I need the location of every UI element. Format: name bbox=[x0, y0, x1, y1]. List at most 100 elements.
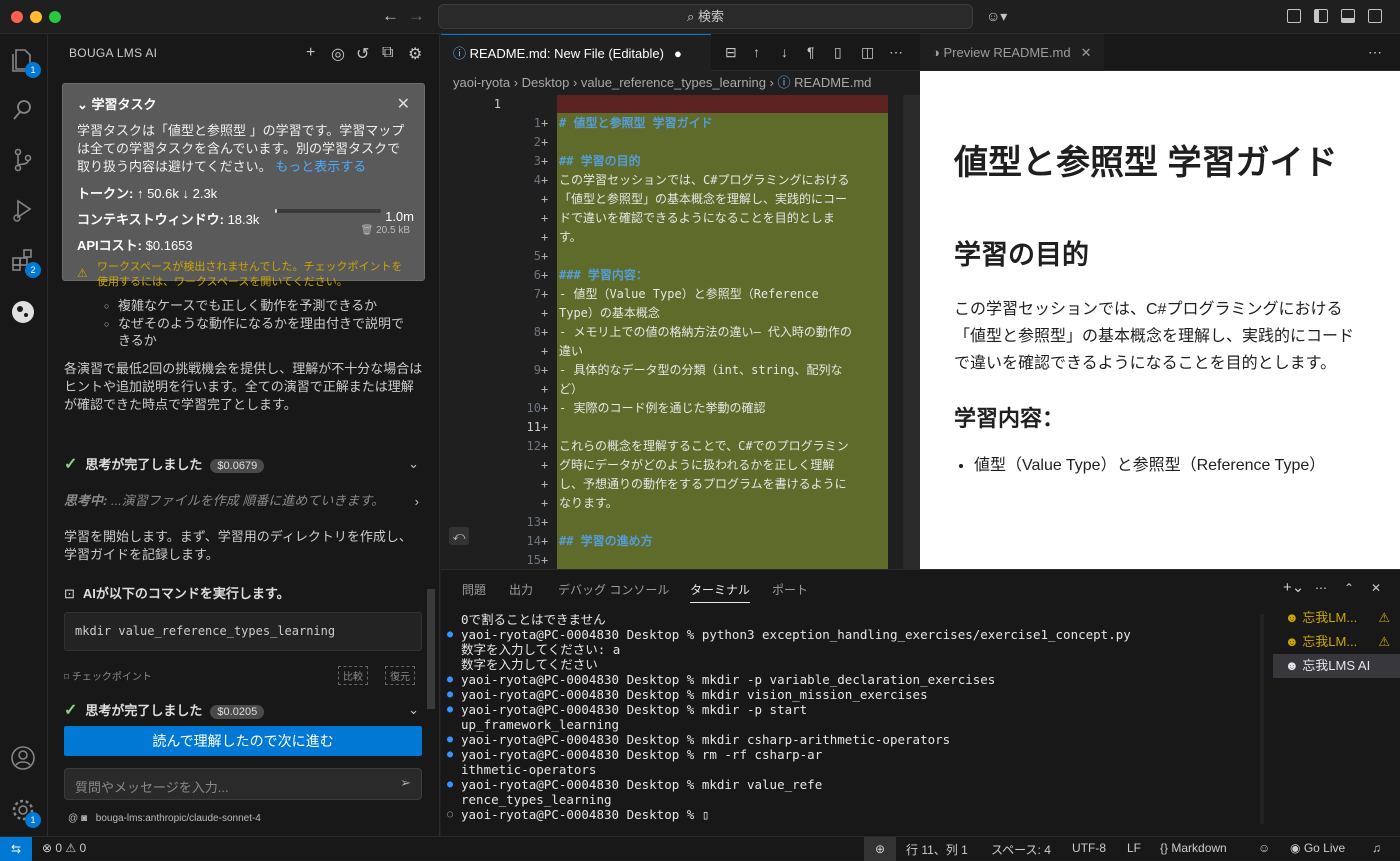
line-number: 15 bbox=[526, 553, 541, 567]
notifications-icon[interactable]: ♫ bbox=[1372, 841, 1381, 855]
model-name[interactable]: bouga-lms:anthropic/claude-sonnet-4 bbox=[96, 813, 261, 824]
toggle-primary-sidebar-icon[interactable] bbox=[1287, 9, 1301, 23]
arrow-up-icon[interactable]: ↑ bbox=[753, 44, 760, 60]
toggle-sidebar-icon[interactable] bbox=[1314, 9, 1328, 23]
breadcrumb-item[interactable]: README.md bbox=[794, 75, 871, 90]
split-editor-icon[interactable]: ◫ bbox=[861, 44, 874, 61]
more-actions-icon[interactable]: ⋯ bbox=[889, 44, 903, 61]
account-icon[interactable] bbox=[9, 744, 37, 772]
new-terminal-icon[interactable]: +⌄ bbox=[1283, 578, 1304, 596]
arrow-down-icon[interactable]: ↓ bbox=[781, 44, 788, 60]
tab-output[interactable]: 出力 bbox=[509, 581, 533, 598]
open-external-icon[interactable]: ⧉ bbox=[382, 44, 393, 62]
close-window-button[interactable] bbox=[11, 11, 23, 23]
toggle-panel-icon[interactable] bbox=[1341, 9, 1355, 23]
thinking-complete-1[interactable]: ✓ 思考が完了しました $0.0679 bbox=[64, 454, 265, 474]
panel-scrollbar[interactable] bbox=[427, 589, 435, 709]
end-of-line[interactable]: LF bbox=[1127, 841, 1141, 855]
close-icon[interactable]: ✕ bbox=[1081, 45, 1092, 60]
tab-ports[interactable]: ポート bbox=[772, 581, 808, 598]
line-number: 3 bbox=[533, 154, 541, 168]
line-number: 5 bbox=[533, 249, 541, 263]
close-panel-icon[interactable]: ✕ bbox=[1371, 581, 1381, 595]
revert-icon[interactable]: ⤺ bbox=[449, 527, 469, 545]
more-actions-icon[interactable]: ⋯ bbox=[1368, 44, 1382, 61]
tab-problems[interactable]: 問題 bbox=[462, 581, 486, 598]
tab-debug-console[interactable]: デバッグ コンソール bbox=[558, 581, 669, 598]
diff-plus-marker: + bbox=[541, 534, 549, 548]
line-number: 8 bbox=[533, 325, 541, 339]
trash-icon[interactable]: 🗑 bbox=[361, 225, 376, 236]
pilcrow-icon[interactable]: ¶ bbox=[807, 44, 815, 60]
minimize-window-button[interactable] bbox=[30, 11, 42, 23]
terminal-output[interactable]: 0で割ることはできませんyaoi-ryota@PC-0004830 Deskto… bbox=[447, 612, 1131, 822]
minimap[interactable] bbox=[903, 95, 920, 569]
chevron-right-icon[interactable]: › bbox=[415, 494, 419, 509]
go-live-button[interactable]: ◉ Go Live bbox=[1290, 841, 1345, 855]
history-icon[interactable]: ↺ bbox=[356, 44, 369, 64]
close-icon[interactable]: ✕ bbox=[397, 94, 410, 114]
tab-terminal[interactable]: ターミナル bbox=[690, 581, 751, 603]
command-heading: ⊡ AIが以下のコマンドを実行します。 bbox=[64, 583, 290, 602]
new-task-icon[interactable]: + bbox=[306, 44, 315, 62]
chevron-down-icon[interactable]: ⌄ bbox=[408, 702, 419, 718]
restore-button[interactable]: 復元 bbox=[385, 666, 415, 685]
encoding[interactable]: UTF-8 bbox=[1072, 841, 1106, 855]
thinking-status[interactable]: 思考中: ...演習ファイルを作成 順番に進めていきます。 bbox=[64, 492, 424, 510]
copilot-status-icon[interactable]: ☺ bbox=[1258, 841, 1270, 855]
code-line: 違い bbox=[559, 344, 584, 358]
chevron-down-icon[interactable]: ⌄ bbox=[408, 456, 419, 472]
open-preview-icon[interactable]: ▯ bbox=[834, 44, 842, 61]
more-actions-icon[interactable]: ⋯ bbox=[1315, 581, 1327, 595]
command-box[interactable]: mkdir value_reference_types_learning bbox=[64, 612, 422, 651]
diff-plus-marker: + bbox=[541, 458, 549, 472]
cost-badge: $0.0679 bbox=[210, 459, 265, 473]
indentation[interactable]: スペース: 4 bbox=[991, 841, 1051, 858]
zoom-icon[interactable]: ⊕ bbox=[864, 837, 896, 861]
bouga-lms-icon[interactable] bbox=[9, 298, 37, 326]
compare-button[interactable]: 比較 bbox=[338, 666, 368, 685]
language-mode[interactable]: {} Markdown bbox=[1160, 841, 1227, 855]
send-icon[interactable]: ➢ bbox=[400, 775, 411, 791]
command-search[interactable]: ⌕ 検索 bbox=[438, 4, 973, 29]
search-view-icon[interactable] bbox=[9, 96, 37, 124]
chat-input[interactable]: 質問やメッセージを入力... ➢ bbox=[64, 768, 422, 800]
cursor-position[interactable]: 行 11、列 1 bbox=[906, 841, 968, 858]
mention-icon[interactable]: @ bbox=[68, 813, 81, 824]
show-more-link[interactable]: もっと表示する bbox=[275, 159, 366, 174]
maximize-panel-icon[interactable]: ⌃ bbox=[1344, 581, 1354, 595]
terminal-instance[interactable]: ☻ 忘我LMS AI bbox=[1273, 654, 1400, 678]
thinking-complete-2[interactable]: ✓ 思考が完了しました $0.0205 bbox=[64, 700, 265, 720]
tab-preview-readme[interactable]: ◑ Preview README.md ✕ bbox=[920, 34, 1104, 71]
terminal-scrollbar[interactable] bbox=[1260, 614, 1264, 824]
breadcrumb-item[interactable]: yaoi-ryota bbox=[453, 75, 510, 90]
maximize-window-button[interactable] bbox=[49, 11, 61, 23]
copilot-icon[interactable]: ☺▾ bbox=[986, 8, 1007, 25]
diff-plus-marker: + bbox=[541, 306, 549, 320]
proceed-button[interactable]: 読んで理解したので次に進む bbox=[64, 726, 422, 756]
account-circle-icon[interactable]: ◎ bbox=[331, 44, 345, 64]
forward-arrow-icon[interactable]: → bbox=[408, 6, 425, 26]
run-debug-icon[interactable] bbox=[9, 196, 37, 224]
back-arrow-icon[interactable]: ← bbox=[382, 6, 399, 26]
diff-editor[interactable]: 1 1 + # 値型と参照型 学習ガイド 2 +3 + ## 学習の目的 4 + この学習セッショ… bbox=[441, 95, 920, 569]
panel-settings-icon[interactable]: ⚙ bbox=[408, 44, 422, 64]
open-changes-icon[interactable]: ⊟ bbox=[725, 44, 737, 61]
terminal-instance[interactable]: ☻ 忘我LM... ⚠ bbox=[1273, 630, 1400, 654]
customize-layout-icon[interactable] bbox=[1368, 9, 1382, 23]
breadcrumb-item[interactable]: Desktop bbox=[522, 75, 570, 90]
breadcrumb-item[interactable]: value_reference_types_learning bbox=[581, 75, 766, 90]
terminal-line: yaoi-ryota@PC-0004830 Desktop % rm -rf c… bbox=[447, 747, 1131, 762]
camera-icon[interactable]: ◙ bbox=[81, 813, 90, 824]
broadcast-icon: ◉ bbox=[1290, 841, 1304, 855]
remote-icon[interactable]: ⇆ bbox=[0, 837, 32, 861]
unsaved-dot-icon[interactable]: ● bbox=[674, 46, 682, 61]
language-label: Markdown bbox=[1171, 841, 1227, 855]
task-header[interactable]: ⌄ 学習タスク bbox=[77, 94, 410, 113]
tab-readme-editable[interactable]: ⓘ README.md: New File (Editable) ● bbox=[441, 34, 711, 71]
source-control-icon[interactable] bbox=[9, 146, 37, 174]
problems-status[interactable]: ⊗ 0 ⚠ 0 bbox=[42, 841, 86, 855]
terminal-instance[interactable]: ☻ 忘我LM... ⚠ bbox=[1273, 606, 1400, 630]
info-icon: ⓘ bbox=[453, 46, 470, 61]
terminal-line: yaoi-ryota@PC-0004830 Desktop % mkdir vi… bbox=[447, 687, 1131, 702]
